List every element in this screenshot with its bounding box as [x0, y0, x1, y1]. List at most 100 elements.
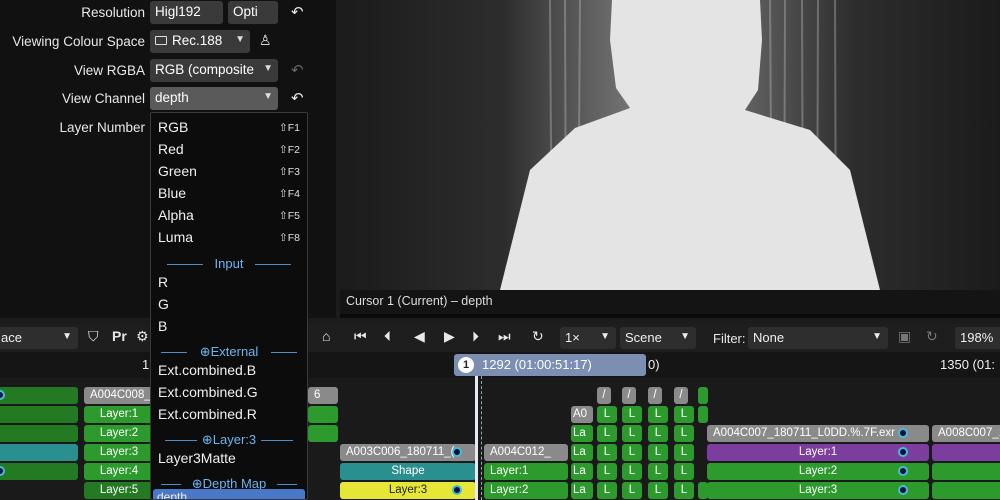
lock-icon[interactable]: ⌂	[322, 328, 330, 344]
menu-item-green[interactable]: Green	[158, 163, 197, 179]
refresh-icon[interactable]: ↻	[926, 328, 938, 345]
clip[interactable]	[308, 425, 338, 442]
clip-l[interactable]: L	[648, 444, 668, 461]
clip-slash[interactable]: /	[648, 387, 662, 404]
clip[interactable]	[0, 463, 78, 480]
clip-l[interactable]: L	[622, 482, 642, 499]
node-connector[interactable]	[898, 485, 908, 495]
clip-slash[interactable]: /	[674, 387, 688, 404]
clip-l[interactable]: L	[597, 444, 617, 461]
menu-item-ext-combined-r[interactable]: Ext.combined.R	[158, 406, 257, 422]
menu-item-rgb[interactable]: RGB	[158, 119, 188, 135]
resolution-quality-dropdown[interactable]: Opti	[228, 1, 278, 24]
clip-a004c008[interactable]: A004C008_	[84, 387, 154, 404]
image-viewer[interactable]: Cursor 1 (Current) – depth	[340, 0, 1000, 318]
clip-la[interactable]: La	[571, 463, 593, 480]
clip-l[interactable]: L	[674, 425, 694, 442]
node-connector[interactable]	[898, 466, 908, 476]
resolution-dropdown[interactable]: Higl192	[150, 1, 223, 24]
bell-pin-icon[interactable]: ♙	[259, 32, 272, 49]
settings-icon[interactable]: ⚙	[136, 328, 149, 345]
clip-l[interactable]: L	[597, 482, 617, 499]
clip-l[interactable]: L	[674, 463, 694, 480]
clip-layer-3[interactable]: Layer:3	[84, 444, 154, 461]
step-back-icon[interactable]: ◀	[414, 328, 425, 345]
clip-l[interactable]: L	[622, 463, 642, 480]
next-frame-icon[interactable]: ⏵	[472, 328, 479, 345]
loop-icon[interactable]: ↻	[532, 328, 544, 345]
menu-item-g[interactable]: G	[158, 296, 169, 312]
clip-a004c012[interactable]: A004C012_	[484, 444, 568, 461]
menu-item-luma[interactable]: Luma	[158, 229, 193, 245]
node-connector[interactable]	[452, 485, 462, 495]
clip-l[interactable]: L	[674, 444, 694, 461]
play-icon[interactable]: ▶	[444, 328, 455, 345]
shield-icon[interactable]: ⛉	[88, 328, 99, 345]
node-connector[interactable]	[898, 447, 908, 457]
menu-item-depth-selected[interactable]: depth	[153, 489, 305, 499]
clip[interactable]	[0, 387, 78, 404]
clip-la[interactable]: La	[571, 444, 593, 461]
clip-l[interactable]: L	[648, 463, 668, 480]
menu-item-ext-combined-g[interactable]: Ext.combined.G	[158, 384, 258, 400]
clip-slash[interactable]: /	[622, 387, 636, 404]
clip-layer-2[interactable]: Layer:2	[707, 463, 929, 480]
clip-l[interactable]: L	[674, 482, 694, 499]
clip-l[interactable]: L	[622, 425, 642, 442]
clip[interactable]	[0, 425, 78, 442]
clip-l[interactable]: L	[597, 425, 617, 442]
menu-item-layer3matte[interactable]: Layer3Matte	[158, 450, 236, 466]
clip[interactable]	[698, 406, 708, 423]
playhead-line[interactable]	[475, 376, 478, 500]
clip-shape[interactable]: Shape	[340, 463, 476, 480]
menu-item-r[interactable]: R	[158, 274, 168, 290]
pr-button[interactable]: Pr	[112, 328, 127, 344]
clip-segment[interactable]: 6	[308, 387, 338, 404]
undo-icon[interactable]: ↶	[291, 89, 304, 107]
padlock-icon[interactable]: ▣	[898, 328, 911, 345]
clip-layer-2[interactable]: Layer:2	[484, 482, 568, 499]
menu-item-b[interactable]: B	[158, 318, 167, 334]
clip[interactable]	[932, 482, 1000, 499]
clip[interactable]	[932, 444, 1000, 461]
clip-la[interactable]: La	[571, 425, 593, 442]
filter-dropdown[interactable]: None ▼	[748, 327, 888, 349]
clip-layer-5[interactable]: Layer:5	[84, 482, 154, 499]
clip[interactable]	[932, 463, 1000, 480]
menu-item-alpha[interactable]: Alpha	[158, 207, 194, 223]
clip-l[interactable]: L	[648, 482, 668, 499]
clip-layer-1[interactable]: Layer:1	[84, 406, 154, 423]
clip-l[interactable]: L	[597, 463, 617, 480]
menu-item-red[interactable]: Red	[158, 141, 184, 157]
colour-space-dropdown[interactable]: Rec.188 ▼	[150, 30, 250, 53]
playhead-badge[interactable]: 1 1292 (01:00:51:17)	[454, 354, 646, 376]
clip-l[interactable]: L	[648, 425, 668, 442]
clip[interactable]	[308, 406, 338, 423]
node-connector[interactable]	[898, 428, 908, 438]
view-channel-dropdown[interactable]: depth ▼	[150, 87, 278, 110]
clip-layer-1[interactable]: Layer:1	[707, 444, 929, 461]
undo-icon[interactable]: ↶	[291, 3, 304, 21]
view-rgba-dropdown[interactable]: RGB (composite ▼	[150, 59, 278, 82]
menu-item-blue[interactable]: Blue	[158, 185, 186, 201]
jump-start-icon[interactable]: ⏮	[354, 328, 367, 345]
clip[interactable]	[698, 387, 708, 404]
menu-item-ext-combined-b[interactable]: Ext.combined.B	[158, 362, 256, 378]
clip-a004c007[interactable]: A004C007_180711_L0DD.%.7F.exr	[707, 425, 929, 442]
clip-l[interactable]: L	[622, 444, 642, 461]
clip-la[interactable]: La	[571, 482, 593, 499]
clip-l[interactable]: L	[597, 406, 617, 423]
speed-dropdown[interactable]: 1× ▼	[560, 327, 616, 349]
clip[interactable]	[0, 444, 78, 461]
prev-frame-icon[interactable]: ⏴	[384, 328, 391, 345]
clip-l[interactable]: L	[622, 406, 642, 423]
clip[interactable]	[0, 406, 78, 423]
clip-layer-2[interactable]: Layer:2	[84, 425, 154, 442]
clip-layer-3[interactable]: Layer:3	[707, 482, 929, 499]
clip-layer-1[interactable]: Layer:1	[484, 463, 568, 480]
clip-a0[interactable]: A0	[571, 406, 593, 423]
space-dropdown[interactable]: ace ▼	[0, 327, 78, 349]
clip-l[interactable]: L	[648, 406, 668, 423]
clip-slash[interactable]: /	[597, 387, 611, 404]
zoom-dropdown[interactable]: 198%	[955, 327, 1000, 349]
